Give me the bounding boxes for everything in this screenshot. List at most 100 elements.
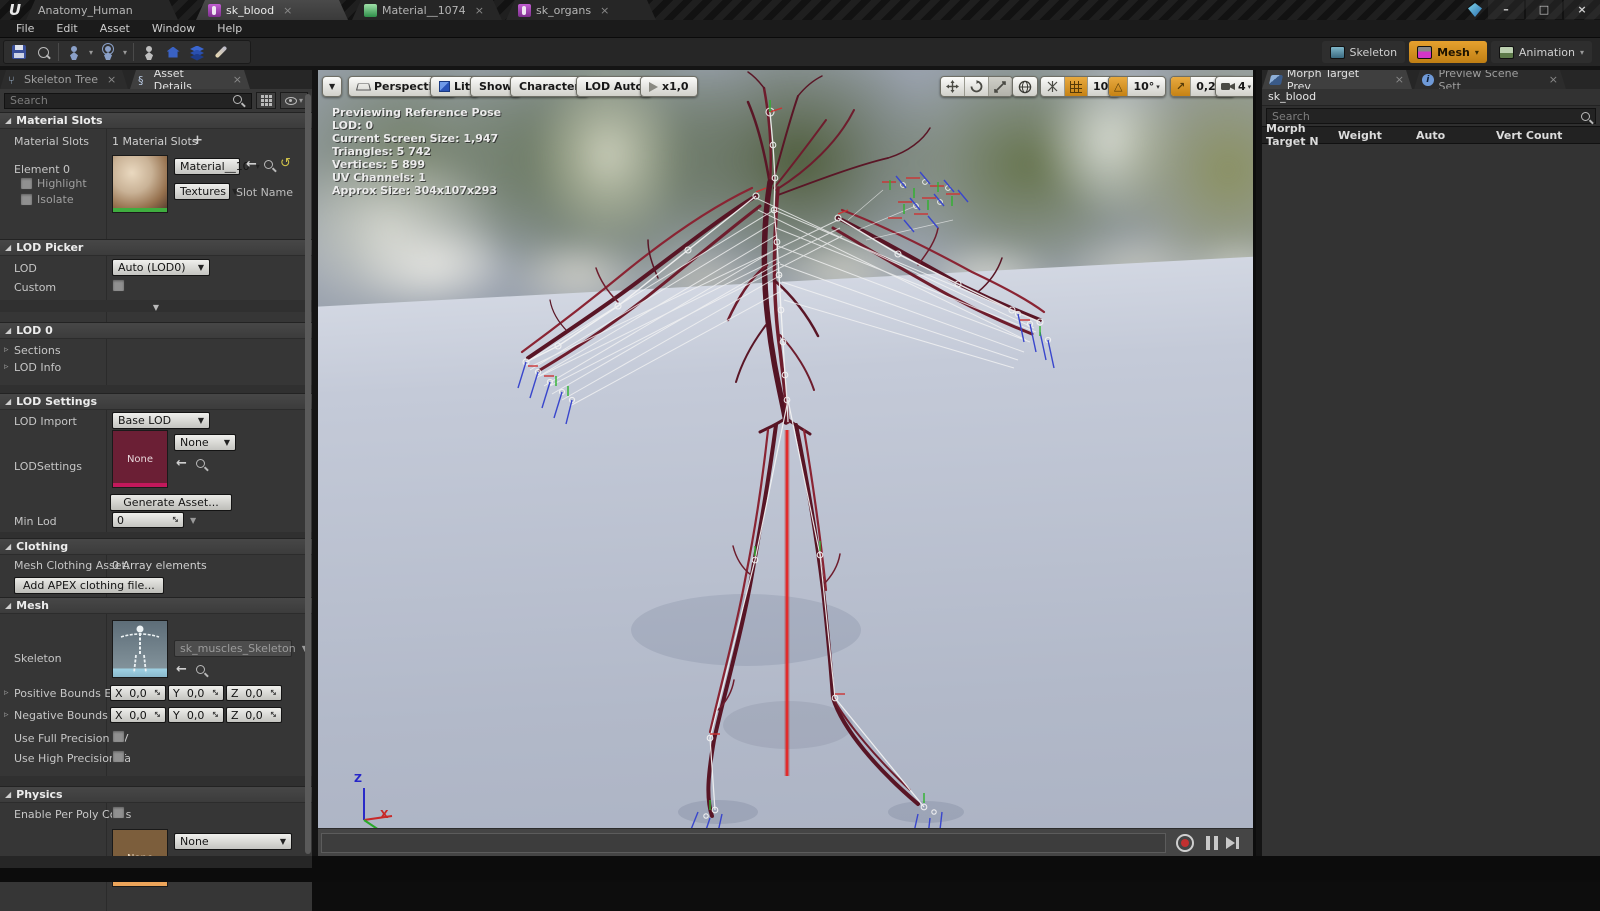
view-options-button[interactable]: ▾ xyxy=(280,92,308,109)
animation-mode-button[interactable]: Animation ▾ xyxy=(1490,41,1592,63)
record-button[interactable] xyxy=(1176,834,1194,852)
preview-viewport[interactable]: ▼ Perspective Lit Show Character LOD Aut… xyxy=(318,70,1253,856)
save-icon[interactable] xyxy=(10,43,28,61)
pos-bounds-x[interactable]: X 0,0 ↔ xyxy=(110,685,166,701)
scale-tool-button[interactable] xyxy=(988,77,1012,96)
menu-asset[interactable]: Asset xyxy=(90,21,140,36)
lod-info-row[interactable]: LOD Info xyxy=(14,361,61,374)
section-lod-picker[interactable]: ◢ LOD Picker xyxy=(0,239,312,256)
section-physics[interactable]: ◢ Physics xyxy=(0,786,312,803)
high-precision-checkbox[interactable] xyxy=(112,750,125,763)
reference-pose-icon[interactable] xyxy=(140,43,158,61)
browse-to-asset-icon[interactable] xyxy=(196,665,205,674)
column-weight[interactable]: Weight xyxy=(1334,129,1412,142)
playback-speed-button[interactable]: x1,0 xyxy=(640,76,698,97)
menu-file[interactable]: File xyxy=(6,21,44,36)
chevron-down-icon[interactable]: ▾ xyxy=(89,48,93,57)
slot-type-combo[interactable]: Textures ▼ xyxy=(174,183,238,200)
close-icon[interactable]: × xyxy=(233,73,242,86)
close-button[interactable]: × xyxy=(1564,0,1600,19)
close-icon[interactable]: × xyxy=(475,4,484,17)
physics-asset-combo[interactable]: None ▼ xyxy=(174,833,292,850)
use-selected-asset-icon[interactable]: ← xyxy=(176,456,187,471)
morph-search-input[interactable] xyxy=(1266,108,1596,124)
add-apex-clothing-button[interactable]: Add APEX clothing file... xyxy=(14,577,164,594)
make-static-mesh-icon[interactable] xyxy=(164,43,182,61)
pos-bounds-y[interactable]: Y 0,0 ↔ xyxy=(168,685,224,701)
tab-morph-target-preview[interactable]: Morph Target Prev × xyxy=(1262,70,1412,89)
window-tab-anatomy-human[interactable]: Anatomy_Human xyxy=(26,0,178,20)
material-combo[interactable]: Material__10 ▾ xyxy=(174,158,260,175)
skeleton-thumbnail[interactable] xyxy=(112,620,168,678)
tab-asset-details[interactable]: § Asset Details × xyxy=(130,70,250,89)
sections-row[interactable]: Sections xyxy=(14,344,61,357)
translate-tool-button[interactable] xyxy=(941,77,964,96)
rotation-snap-value-button[interactable]: 10° ▾ xyxy=(1127,77,1164,96)
property-matrix-button[interactable] xyxy=(256,92,276,109)
category-expander[interactable]: ▼ xyxy=(0,300,312,312)
generate-asset-button[interactable]: Generate Asset... xyxy=(110,494,232,511)
snap-axis-button[interactable] xyxy=(1041,77,1064,96)
chevron-down-icon[interactable]: ▼ xyxy=(190,516,196,525)
lod-combo[interactable]: Auto (LOD0) ▼ xyxy=(112,259,210,276)
mesh-mode-button[interactable]: Mesh ▾ xyxy=(1409,41,1487,63)
section-material-slots[interactable]: ◢ Material Slots xyxy=(0,112,312,129)
menu-window[interactable]: Window xyxy=(142,21,205,36)
tab-skeleton-tree[interactable]: ⑂ Skeleton Tree × xyxy=(0,70,128,89)
preview-animation-icon[interactable] xyxy=(99,43,117,61)
find-in-content-browser-icon[interactable] xyxy=(34,43,52,61)
neg-bounds-y[interactable]: Y 0,0 ↔ xyxy=(168,707,224,723)
chevron-down-icon[interactable]: ▾ xyxy=(123,48,127,57)
neg-bounds-x[interactable]: X 0,0 ↔ xyxy=(110,707,166,723)
material-thumbnail[interactable] xyxy=(112,155,168,213)
expand-icon[interactable]: ▹ xyxy=(4,688,9,698)
reset-icon[interactable]: ↺ xyxy=(280,156,291,171)
grid-snap-toggle[interactable] xyxy=(1064,77,1087,96)
chevron-down-icon[interactable]: ▾ xyxy=(1580,48,1584,57)
window-tab-sk-blood[interactable]: sk_blood × xyxy=(196,0,348,20)
skeleton-combo[interactable]: sk_muscles_Skeleton ▼ xyxy=(174,640,308,657)
section-clothing[interactable]: ◢ Clothing xyxy=(0,538,312,555)
window-tab-sk-organs[interactable]: sk_organs × xyxy=(506,0,656,20)
custom-checkbox[interactable] xyxy=(112,279,125,292)
close-icon[interactable]: × xyxy=(1395,73,1404,86)
close-icon[interactable]: × xyxy=(107,73,116,86)
rotate-tool-button[interactable] xyxy=(964,77,988,96)
maximize-button[interactable]: □ xyxy=(1526,0,1562,19)
paint-icon[interactable] xyxy=(212,43,230,61)
minimize-button[interactable]: – xyxy=(1488,0,1524,19)
close-icon[interactable]: × xyxy=(283,4,292,17)
section-lod0[interactable]: ◢ LOD 0 xyxy=(0,322,312,339)
scrollbar[interactable] xyxy=(305,94,311,854)
close-icon[interactable]: × xyxy=(1549,73,1558,86)
section-lod-settings[interactable]: ◢ LOD Settings xyxy=(0,393,312,410)
search-input[interactable] xyxy=(4,92,252,109)
pause-button[interactable] xyxy=(1206,836,1218,850)
tab-preview-scene-settings[interactable]: i Preview Scene Sett × xyxy=(1414,70,1566,89)
world-coordinate-button[interactable] xyxy=(1013,77,1037,96)
timeline-scrubber[interactable] xyxy=(321,833,1166,853)
lodsettings-thumbnail[interactable]: None xyxy=(112,430,168,488)
scale-snap-toggle[interactable]: ↗ xyxy=(1171,77,1191,96)
close-icon[interactable]: × xyxy=(600,4,609,17)
step-forward-button[interactable] xyxy=(1226,836,1240,850)
use-selected-asset-icon[interactable]: ← xyxy=(176,662,187,677)
lodsettings-combo[interactable]: None ▼ xyxy=(174,434,236,451)
highlight-checkbox[interactable] xyxy=(20,177,33,190)
menu-help[interactable]: Help xyxy=(207,21,252,36)
viewport-options-button[interactable]: ▼ xyxy=(322,76,343,97)
morph-table-body[interactable] xyxy=(1262,144,1600,868)
pos-bounds-z[interactable]: Z 0,0 ↔ xyxy=(226,685,282,701)
rotation-snap-toggle[interactable]: △ xyxy=(1109,77,1128,96)
preview-mesh-icon[interactable] xyxy=(65,43,83,61)
chevron-down-icon[interactable]: ▾ xyxy=(1475,48,1479,57)
browse-to-asset-icon[interactable] xyxy=(196,459,205,468)
isolate-checkbox[interactable] xyxy=(20,193,33,206)
column-vert-count[interactable]: Vert Count xyxy=(1492,129,1566,142)
per-poly-checkbox[interactable] xyxy=(112,806,125,819)
window-tab-material-1074[interactable]: Material__1074 × xyxy=(352,0,502,20)
column-auto[interactable]: Auto xyxy=(1412,129,1492,142)
skeleton-mode-button[interactable]: Skeleton xyxy=(1321,41,1406,63)
expand-icon[interactable]: ▹ xyxy=(4,710,9,720)
expand-icon[interactable]: ▹ xyxy=(4,362,9,372)
